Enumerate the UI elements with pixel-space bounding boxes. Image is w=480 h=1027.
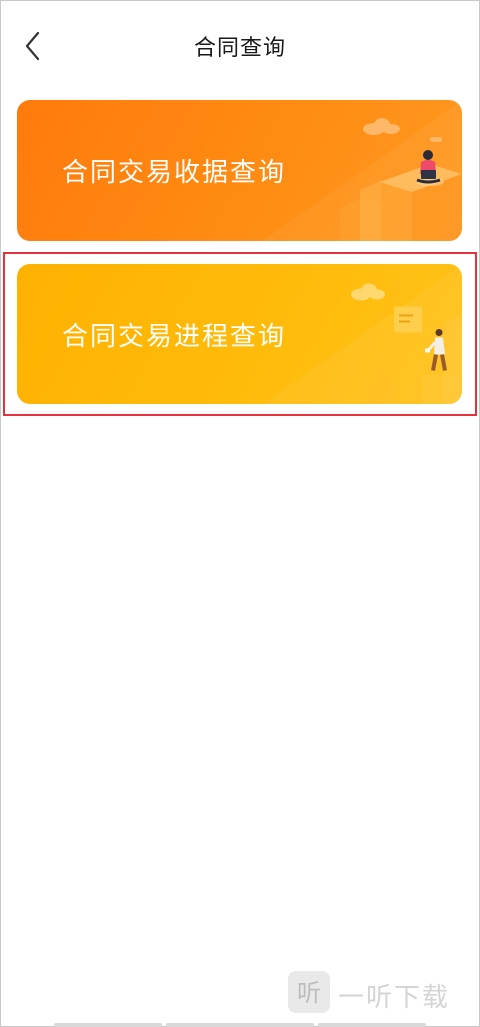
watermark: 听 一听下载 bbox=[288, 971, 468, 1015]
cloud-icon bbox=[363, 118, 400, 135]
home-indicator bbox=[0, 1021, 480, 1027]
card-label: 合同交易收据查询 bbox=[62, 158, 287, 188]
page-title: 合同查询 bbox=[193, 36, 286, 61]
receipt-illustration bbox=[262, 100, 462, 241]
selection-highlight bbox=[3, 252, 477, 416]
receipt-query-card[interactable]: 合同交易收据查询 bbox=[17, 100, 462, 241]
svg-text:听: 听 bbox=[297, 979, 321, 1007]
watermark-text: 一听下载 bbox=[338, 983, 451, 1013]
watermark-logo: 听 bbox=[288, 971, 330, 1013]
top-bar: 合同查询 bbox=[0, 0, 480, 92]
